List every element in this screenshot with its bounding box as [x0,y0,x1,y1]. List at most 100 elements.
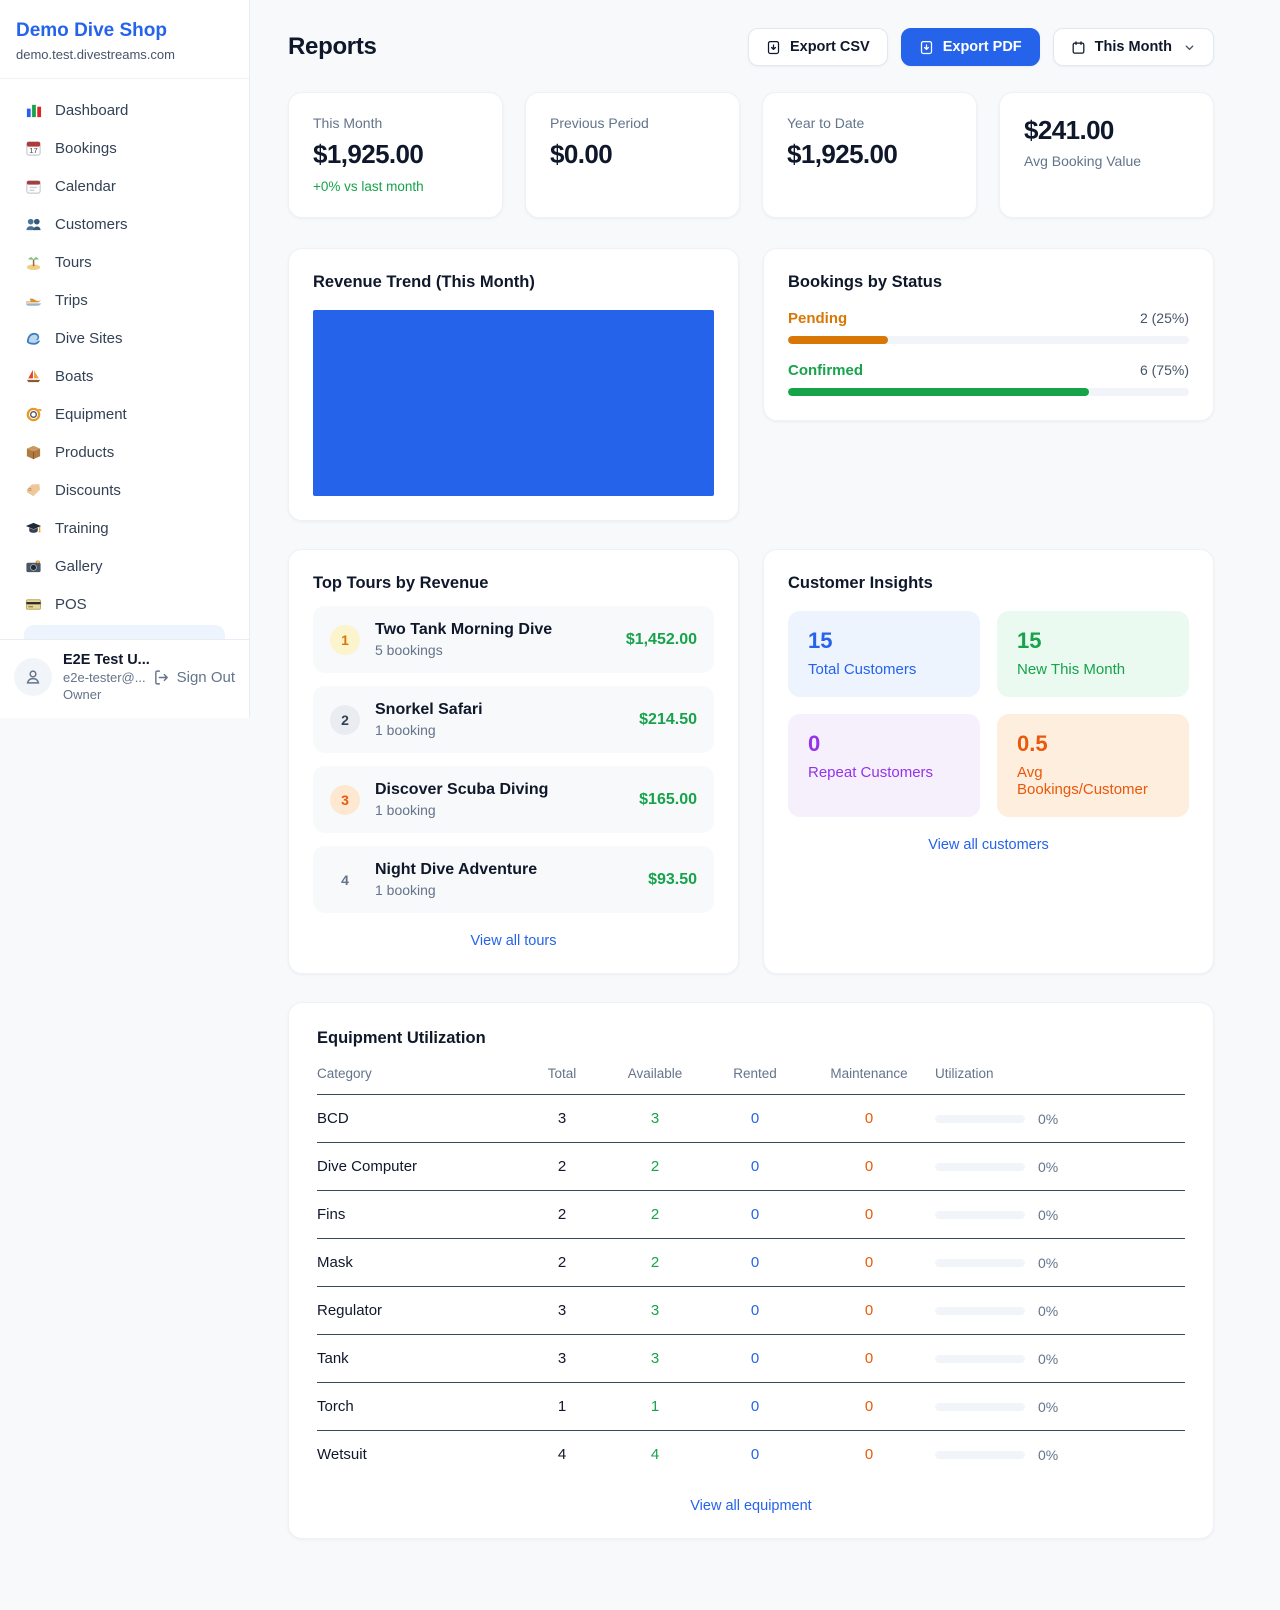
equipment-available: 2 [603,1206,707,1223]
tour-name: Night Dive Adventure [375,861,537,879]
equipment-utilization-cell: 0% [935,1399,1185,1415]
tour-name: Discover Scuba Diving [375,781,548,799]
sidebar-item-products[interactable]: Products [12,433,237,471]
calendar-icon [1071,40,1086,55]
sidebar-item-boats[interactable]: Boats [12,357,237,395]
equipment-available: 2 [603,1254,707,1271]
equipment-utilization-cell: 0% [935,1303,1185,1319]
equipment-total: 2 [521,1206,603,1223]
person-icon [23,667,43,687]
sidebar-item-label: Tours [55,254,92,271]
user-panel: E2E Test U... e2e-tester@... Owner Sign … [0,639,249,718]
bookings-by-status-panel: Bookings by Status Pending 2 (25%) Confi… [763,248,1214,421]
equipment-utilization-title: Equipment Utilization [317,1029,1185,1048]
sidebar-header: Demo Dive Shop demo.test.divestreams.com [0,0,249,79]
tour-row: 4 Night Dive Adventure 1 booking $93.50 [313,846,714,913]
sidebar-nav: Dashboard 17 Bookings Calendar Customers [0,79,249,639]
sidebar-item-pos[interactable]: POS [12,585,237,623]
sidebar-item-calendar[interactable]: Calendar [12,167,237,205]
rank-badge: 2 [330,705,360,735]
tour-bookings: 1 booking [375,722,483,738]
sidebar-item-label: Customers [55,216,128,233]
equipment-utilization-cell: 0% [935,1111,1185,1127]
file-download-icon [919,40,934,55]
table-row: Regulator 3 3 0 0 0% [317,1287,1185,1335]
stat-value: $241.00 [1024,115,1189,146]
equipment-total: 3 [521,1350,603,1367]
table-row: Torch 1 1 0 0 0% [317,1383,1185,1431]
sidebar-item-trips[interactable]: Trips [12,281,237,319]
sidebar-item-label: Discounts [55,482,121,499]
status-count: 6 (75%) [1140,362,1189,378]
status-label: Pending [788,310,847,327]
equipment-rented: 0 [707,1446,803,1463]
equipment-rented: 0 [707,1158,803,1175]
grad-cap-icon [24,519,42,537]
stat-card-previous-period: Previous Period $0.00 [525,92,740,218]
tour-bookings: 1 booking [375,882,537,898]
equipment-utilization-cell: 0% [935,1447,1185,1463]
insight-value: 0.5 [1017,731,1169,757]
equipment-category: BCD [317,1110,521,1127]
sidebar-item-reports-partial[interactable] [24,625,225,639]
rank-badge: 3 [330,785,360,815]
sidebar-item-dashboard[interactable]: Dashboard [12,91,237,129]
equipment-maintenance: 0 [803,1446,935,1463]
stat-label: Year to Date [787,115,952,131]
sign-out-button[interactable]: Sign Out [153,669,235,686]
period-dropdown[interactable]: This Month [1053,28,1214,66]
equipment-available: 3 [603,1350,707,1367]
sidebar-item-equipment[interactable]: Equipment [12,395,237,433]
user-info: E2E Test U... e2e-tester@... Owner [63,652,142,702]
tour-bookings: 5 bookings [375,642,552,658]
tag-icon [24,481,42,499]
equipment-maintenance: 0 [803,1254,935,1271]
utilization-bar-track [935,1259,1025,1267]
equipment-utilization-panel: Equipment Utilization Category Total Ava… [288,1002,1214,1539]
sidebar-item-tours[interactable]: Tours [12,243,237,281]
status-row-pending: Pending 2 (25%) [788,310,1189,344]
equipment-category: Dive Computer [317,1158,521,1175]
page-header: Reports Export CSV Export PDF This Month [288,28,1214,66]
tour-name: Snorkel Safari [375,701,483,719]
stat-card-avg-booking-value: $241.00 Avg Booking Value [999,92,1214,218]
equipment-table-header: Category Total Available Rented Maintena… [317,1066,1185,1095]
stat-label: This Month [313,115,478,131]
view-all-equipment-link[interactable]: View all equipment [317,1498,1185,1514]
column-header-available: Available [603,1066,707,1081]
stat-card-year-to-date: Year to Date $1,925.00 [762,92,977,218]
sidebar-item-label: Dashboard [55,102,128,119]
equipment-category: Regulator [317,1302,521,1319]
equipment-rented: 0 [707,1206,803,1223]
equipment-available: 3 [603,1110,707,1127]
utilization-percent: 0% [1038,1255,1058,1271]
sidebar-item-customers[interactable]: Customers [12,205,237,243]
insight-value: 0 [808,731,960,757]
utilization-bar-track [935,1307,1025,1315]
top-tours-panel: Top Tours by Revenue 1 Two Tank Morning … [288,549,739,974]
sidebar-item-training[interactable]: Training [12,509,237,547]
export-pdf-label: Export PDF [943,39,1022,55]
sidebar-item-discounts[interactable]: Discounts [12,471,237,509]
view-all-customers-link[interactable]: View all customers [788,837,1189,853]
utilization-percent: 0% [1038,1351,1058,1367]
view-all-tours-link[interactable]: View all tours [313,933,714,949]
export-pdf-button[interactable]: Export PDF [901,28,1040,66]
sidebar-item-dive-sites[interactable]: Dive Sites [12,319,237,357]
status-label: Confirmed [788,362,863,379]
equipment-utilization-cell: 0% [935,1207,1185,1223]
utilization-percent: 0% [1038,1399,1058,1415]
tour-amount: $93.50 [648,871,697,889]
dive-mask-icon [24,405,42,423]
export-csv-button[interactable]: Export CSV [748,28,888,66]
insight-value: 15 [808,628,960,654]
equipment-utilization-cell: 0% [935,1159,1185,1175]
table-row: Wetsuit 4 4 0 0 0% [317,1431,1185,1478]
chevron-down-icon [1183,41,1196,54]
equipment-available: 3 [603,1302,707,1319]
sidebar-item-bookings[interactable]: 17 Bookings [12,129,237,167]
customer-insights-panel: Customer Insights 15 Total Customers 15 … [763,549,1214,974]
table-row: Mask 2 2 0 0 0% [317,1239,1185,1287]
stat-label: Avg Booking Value [1024,153,1189,169]
sidebar-item-gallery[interactable]: Gallery [12,547,237,585]
